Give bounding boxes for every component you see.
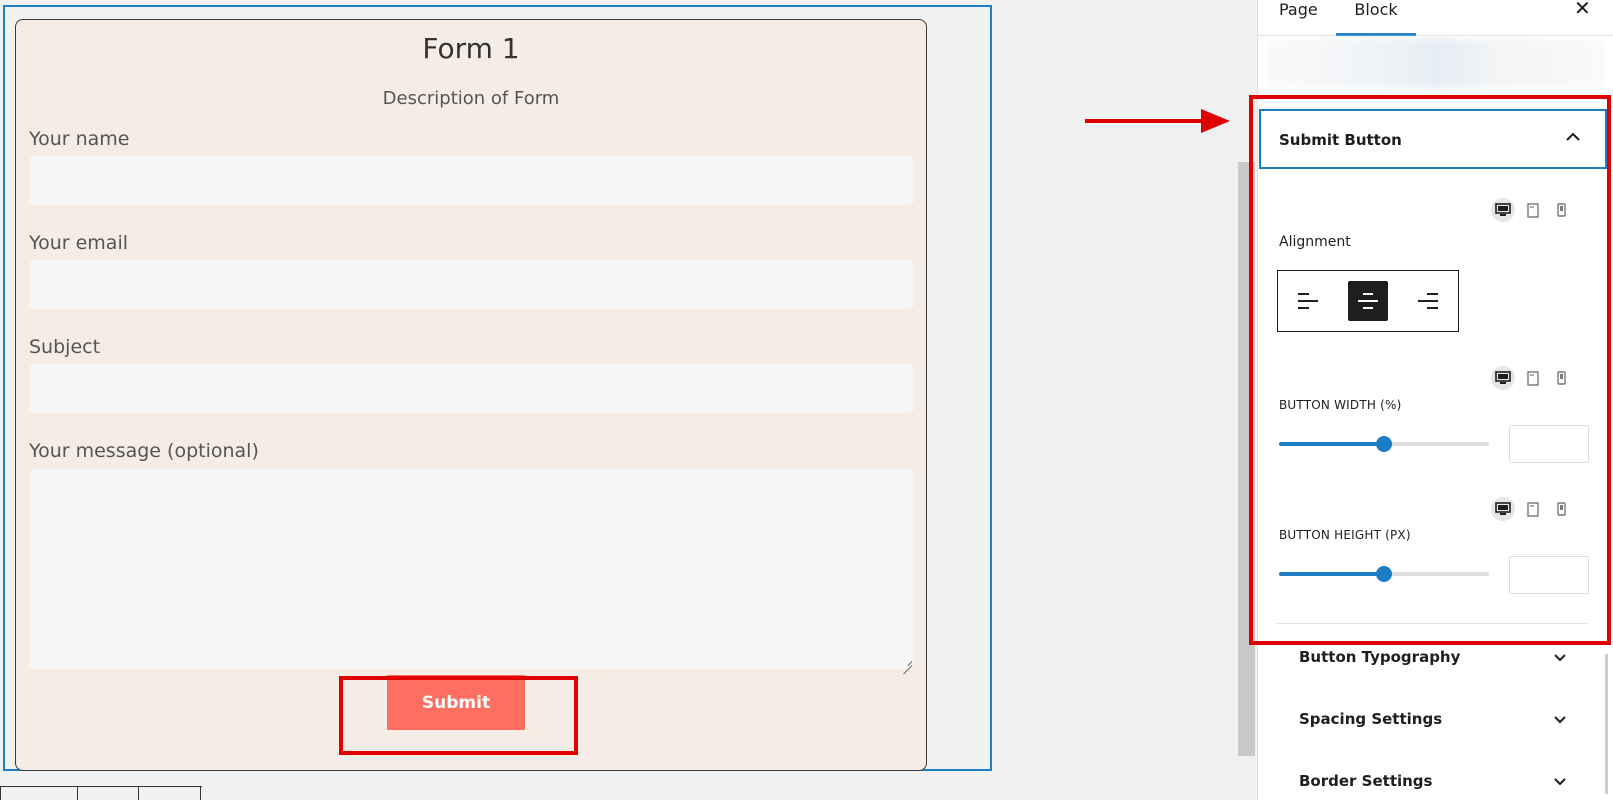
chevron-down-icon[interactable] [1551,648,1569,666]
subject-input[interactable] [29,364,914,413]
sidebar-scrollbar[interactable] [1605,654,1608,794]
chevron-down-icon[interactable] [1551,710,1569,728]
name-label: Your name [29,128,130,150]
toolbar-segment[interactable] [0,787,1,800]
tab-block[interactable]: Block [1336,0,1416,36]
toolbar-segment[interactable] [77,787,78,800]
chevron-down-icon[interactable] [1551,772,1569,790]
toolbar-segment[interactable] [200,787,201,800]
close-icon[interactable]: ✕ [1574,0,1592,18]
toolbar-segment[interactable] [138,787,139,800]
form-description: Description of Form [382,88,560,109]
tab-page[interactable]: Page [1279,0,1319,36]
section-button-typography[interactable]: Button Typography [1299,646,1569,670]
form-title: Form 1 [422,32,520,65]
email-input[interactable] [29,260,914,309]
section-label: Button Typography [1299,648,1461,666]
message-label: Your message (optional) [29,440,259,462]
section-label: Spacing Settings [1299,710,1443,728]
name-input[interactable] [29,156,914,205]
annotation-arrow-icon [1085,109,1230,133]
panel-annotation-box [1249,95,1611,645]
blurred-content [1266,38,1606,88]
subject-label: Subject [29,336,101,358]
editor-screen: Form 1 Description of Form Your name You… [0,0,1613,800]
selected-block-outline[interactable]: Form 1 Description of Form Your name You… [3,5,992,771]
section-spacing-settings[interactable]: Spacing Settings [1299,708,1569,732]
section-label: Border Settings [1299,772,1433,790]
contact-form: Form 1 Description of Form Your name You… [15,19,927,771]
section-border-settings[interactable]: Border Settings [1299,770,1569,794]
sidebar-tabs: Page Block ✕ [1258,0,1613,36]
message-textarea[interactable] [29,469,914,669]
submit-annotation-box [339,676,578,755]
block-toolbar[interactable] [0,786,202,800]
email-label: Your email [29,232,128,254]
resize-handle-icon[interactable] [902,656,912,666]
